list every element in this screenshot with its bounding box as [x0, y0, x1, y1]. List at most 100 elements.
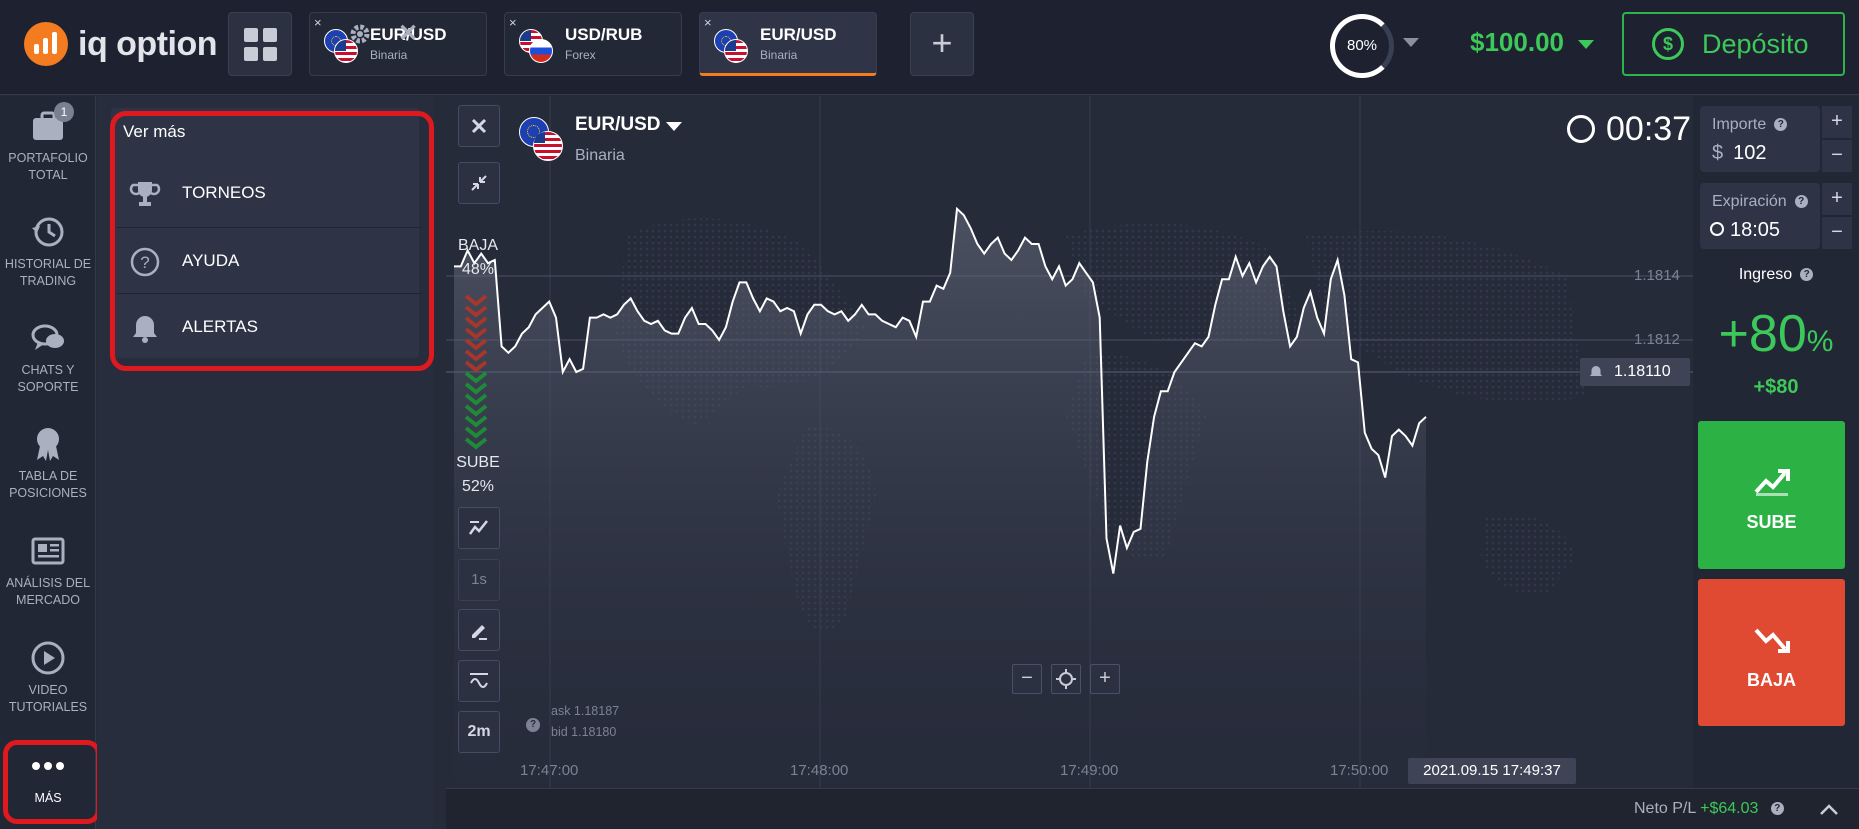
call-up-button[interactable]: SUBE	[1698, 421, 1845, 569]
tab-asset-type: Forex	[565, 48, 596, 62]
help-icon: ?	[1794, 195, 1808, 208]
sidebar-item-video-tutorials[interactable]: VIDEO TUTORIALES	[0, 640, 96, 716]
amount-increase-button[interactable]: +	[1822, 106, 1852, 138]
clock-icon	[1710, 222, 1724, 236]
chat-icon	[28, 320, 68, 356]
expiry-countdown: 00:37	[1606, 110, 1692, 148]
logo-text: iq option	[78, 24, 218, 63]
expiry-increase-button[interactable]: +	[1822, 183, 1852, 215]
more-highlight-box	[3, 740, 101, 824]
current-time-label: 2021.09.15 17:49:37	[1408, 758, 1576, 784]
x-tick-label: 17:47:00	[520, 762, 579, 779]
close-tab-icon[interactable]: ×	[509, 15, 517, 30]
sidebar-item-label: TABLA DE POSICIONES	[9, 469, 87, 500]
sidebar-item-label: ANÁLISIS DEL MERCADO	[5, 576, 91, 607]
chart-asset-type: Binaria	[575, 147, 625, 164]
indicators-button[interactable]	[458, 660, 500, 702]
expiry-field[interactable]: Expiración? 18:05	[1700, 183, 1820, 249]
history-icon	[28, 214, 68, 250]
eur-usd-flags-icon	[714, 29, 750, 65]
income-amount: +$80	[1753, 376, 1799, 398]
account-balance[interactable]: $100.00	[1470, 27, 1564, 58]
sidebar-item-market-analysis[interactable]: ANÁLISIS DEL MERCADO	[0, 533, 96, 609]
chevron-down-icon[interactable]	[1578, 40, 1594, 49]
net-pl: Neto P/L +$64.03 ?	[1634, 800, 1784, 818]
x-tick-label: 17:50:00	[1330, 762, 1389, 779]
trend-up-icon	[1754, 469, 1790, 496]
crosshair-icon	[1056, 669, 1076, 689]
amount-decrease-button[interactable]: −	[1822, 140, 1852, 172]
help-icon: ?	[1770, 802, 1784, 815]
chart-asset-name[interactable]: EUR/USD	[575, 114, 661, 136]
chevron-down-icon[interactable]	[1403, 38, 1419, 47]
tab-asset-name: USD/RUB	[565, 25, 643, 44]
iq-option-logo[interactable]: iq option	[24, 20, 218, 68]
payout-ring[interactable]: 80%	[1330, 14, 1394, 78]
sentiment-up-label: SUBE	[456, 454, 500, 471]
recenter-button[interactable]	[1051, 664, 1081, 694]
amount-value[interactable]: $102	[1712, 142, 1767, 165]
timeframe-2m-button[interactable]: 2m	[458, 711, 500, 753]
income-label: Ingreso?	[1693, 266, 1859, 284]
bid-price: bid 1.18180	[551, 725, 617, 739]
asset-tab-eurusd-active[interactable]: × EUR/USD Binaria	[699, 12, 877, 76]
pencil-icon	[472, 625, 487, 640]
deposit-button[interactable]: $ Depósito	[1622, 12, 1845, 76]
collapse-chart-button[interactable]	[458, 162, 500, 204]
close-chart-button[interactable]	[458, 105, 500, 147]
help-icon: ?	[1800, 268, 1814, 281]
expiry-value[interactable]: 18:05	[1710, 219, 1780, 242]
collapse-icon	[471, 175, 487, 191]
tab-asset-type: Binaria	[370, 48, 408, 62]
deposit-label: Depósito	[1702, 28, 1809, 59]
indicators-icon	[470, 673, 488, 688]
deposit-refresh-icon: $	[1652, 28, 1684, 60]
tab-asset-type: Binaria	[760, 48, 798, 62]
add-asset-tab-button[interactable]: +	[910, 12, 974, 76]
amount-field[interactable]: Importe? $102	[1700, 106, 1820, 172]
put-down-button[interactable]: BAJA	[1698, 579, 1845, 726]
help-icon[interactable]: ?	[526, 718, 540, 732]
asset-grid-button[interactable]	[228, 12, 292, 76]
timeframe-1s-button[interactable]: 1s	[458, 559, 500, 601]
grid-icon	[243, 27, 258, 42]
gear-icon[interactable]	[348, 22, 372, 52]
sidebar-item-label: PORTAFOLIO TOTAL	[8, 151, 88, 182]
asset-tab-usdrub[interactable]: × USD/RUB Forex	[504, 12, 682, 76]
x-tick-label: 17:48:00	[790, 762, 849, 779]
sidebar-item-label: VIDEO TUTORIALES	[8, 683, 88, 714]
sidebar-item-chat-support[interactable]: CHATS Y SOPORTE	[0, 320, 96, 396]
award-icon	[28, 426, 68, 462]
sidebar-item-leaderboard[interactable]: TABLA DE POSICIONES	[0, 426, 96, 502]
y-tick-label: 1.1814	[1634, 267, 1680, 284]
play-icon	[28, 640, 68, 676]
stopwatch-icon	[1567, 115, 1595, 143]
close-tab-icon[interactable]: ×	[704, 15, 712, 30]
y-tick-label: 1.1812	[1634, 331, 1680, 348]
tab-asset-name: EUR/USD	[760, 25, 837, 44]
close-icon[interactable]: ✕	[398, 19, 418, 48]
close-icon	[471, 118, 487, 134]
zoom-in-button[interactable]: +	[1090, 664, 1120, 694]
bell-icon	[1590, 366, 1602, 376]
chart-type-button[interactable]	[458, 507, 500, 549]
sidebar-item-trading-history[interactable]: HISTORIAL DE TRADING	[0, 214, 96, 290]
amount-label: Importe?	[1712, 116, 1788, 134]
eur-usd-flags-icon	[519, 117, 563, 161]
trend-down-icon	[1754, 628, 1790, 653]
current-price-tag: 1.18110	[1580, 358, 1690, 386]
chevron-down-icon[interactable]	[666, 122, 682, 131]
sidebar-item-label: HISTORIAL DE TRADING	[4, 257, 92, 288]
portfolio-badge: 1	[54, 102, 74, 122]
sidebar-item-portfolio[interactable]: 1 PORTAFOLIO TOTAL	[0, 102, 96, 184]
chevron-up-icon[interactable]	[1818, 799, 1840, 821]
zoom-out-button[interactable]: −	[1012, 664, 1042, 694]
current-price: 1.18110	[1614, 363, 1671, 380]
close-tab-icon[interactable]: ×	[314, 15, 322, 30]
sentiment-up-pct: 52%	[461, 478, 495, 495]
expiry-decrease-button[interactable]: −	[1822, 217, 1852, 249]
income-percent: +80%	[1718, 305, 1834, 363]
newspaper-icon	[28, 533, 68, 569]
briefcase-icon: 1	[28, 102, 74, 144]
drawing-tools-button[interactable]	[458, 609, 500, 651]
